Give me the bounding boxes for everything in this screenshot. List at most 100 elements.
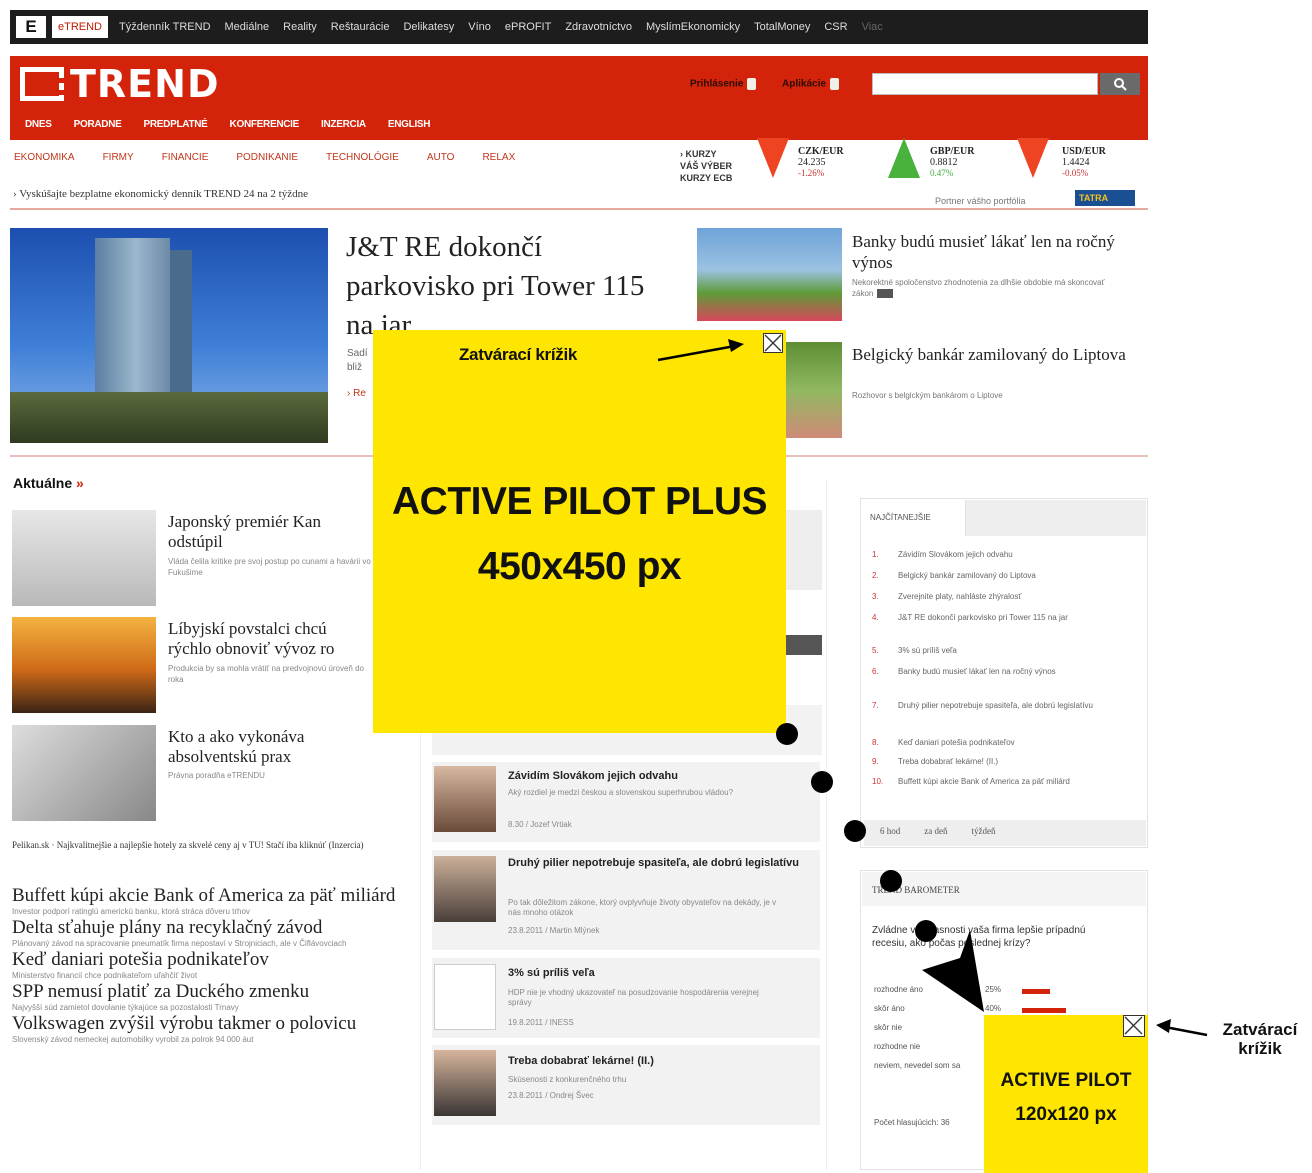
portal-item-csr[interactable]: CSR — [817, 21, 854, 33]
apps-link[interactable]: Aplikácie — [782, 78, 839, 90]
blog-title[interactable]: 3% sú príliš veľa — [508, 964, 808, 983]
period-tab-day[interactable]: za deň — [924, 826, 947, 846]
story-headline[interactable]: Belgický bankár zamilovaný do Liptova — [852, 344, 1142, 365]
tab-najcitanejsie[interactable]: NAJČÍTANEJŠIE — [862, 500, 966, 536]
portal-logo[interactable]: E — [16, 16, 46, 38]
article-thumbnail[interactable] — [12, 510, 156, 606]
most-read-item[interactable]: 5. 3% sú príliš veľa — [872, 646, 1132, 656]
blog-title[interactable]: Treba dobabrať lekárne! (II.) — [508, 1052, 808, 1071]
rates-vas-vyber[interactable]: VÁŠ VÝBER — [680, 160, 732, 172]
poll-count: Počet hlasujúcich: 36 — [874, 1118, 950, 1127]
most-read-item[interactable]: 4. J&T RE dokončí parkovisko pri Tower 11… — [872, 613, 1132, 623]
portal-item-eprofit[interactable]: ePROFIT — [498, 21, 558, 33]
most-read-item[interactable]: 7. Druhý pilier nepotrebuje spasiteľa, al… — [872, 701, 1132, 711]
section-auto[interactable]: AUTO — [427, 152, 455, 163]
section-financie[interactable]: FINANCIE — [162, 152, 209, 163]
nav-item-poradne[interactable]: PORADNE — [74, 119, 122, 130]
poll-option[interactable]: rozhodne nie — [874, 1042, 920, 1051]
portal-item-vino[interactable]: Víno — [461, 21, 498, 33]
poll-option[interactable]: skôr áno — [874, 1004, 905, 1013]
poll-option-label: rozhodne nie — [874, 1042, 921, 1051]
portal-item-medialne[interactable]: Mediálne — [218, 21, 277, 33]
article-thumbnail[interactable] — [12, 725, 156, 821]
blog-title[interactable]: Závidím Slovákom jejich odvahu — [508, 767, 808, 786]
nav-item-dnes[interactable]: DNES — [25, 119, 52, 130]
article-list-title[interactable]: SPP nemusí platiť za Duckého zmenku — [12, 981, 407, 1002]
rank-number: 1. — [872, 550, 879, 559]
section-heading-aktualne[interactable]: Aktuálne » — [13, 475, 84, 491]
section-ekonomika[interactable]: EKONOMIKA — [14, 152, 75, 163]
most-read-title: J&T RE dokončí parkovisko pri Tower 115 … — [898, 613, 1068, 622]
portal-item-reality[interactable]: Reality — [276, 21, 324, 33]
promo-link[interactable]: › Vyskúšajte bezplatne ekonomický denník… — [13, 188, 308, 200]
portal-item-viac[interactable]: Viac — [855, 21, 890, 33]
article-list-title[interactable]: Keď daniari potešia podnikateľov — [12, 949, 407, 970]
nav-item-english[interactable]: ENGLISH — [388, 119, 431, 130]
brand-mark-icon — [20, 67, 64, 101]
nav-item-predplatne[interactable]: PREDPLATNÉ — [144, 119, 208, 130]
sponsor-logo[interactable]: TATRA — [1075, 190, 1135, 206]
article-headline[interactable]: Japonský premiér Kan odstúpil — [168, 512, 373, 552]
rate-gbp[interactable]: GBP/EUR 0.8812 0.47% — [930, 146, 974, 179]
portal-item-zdravotnictvo[interactable]: Zdravotníctvo — [558, 21, 639, 33]
article-list-title[interactable]: Delta sťahuje plány na recyklačný závod — [12, 917, 407, 938]
poll-option-label: neviem, nevedel som sa — [874, 1061, 961, 1070]
article-desc: Právna poradňa eTRENDU — [168, 771, 265, 780]
hero-related-link[interactable]: › Re — [347, 388, 366, 399]
poll-option[interactable]: skôr nie — [874, 1023, 902, 1032]
article-list-title[interactable]: Volkswagen zvýšil výrobu takmer o polovi… — [12, 1013, 407, 1034]
search-input[interactable] — [872, 73, 1098, 95]
story-thumbnail[interactable] — [697, 228, 842, 321]
portal-item-myslim[interactable]: MyslímEkonomicky — [639, 21, 747, 33]
nav-item-konferencie[interactable]: KONFERENCIE — [230, 119, 300, 130]
close-icon[interactable] — [763, 333, 783, 353]
most-read-item[interactable]: 9. Treba dobabrať lekárne! (II.) — [872, 757, 1132, 767]
period-tab-week[interactable]: týždeň — [971, 826, 995, 846]
article-list-desc: Najvyšší súd zamietol dovolanie týkajúce… — [12, 1003, 239, 1012]
login-link[interactable]: Prihlásenie — [690, 78, 757, 90]
main-nav: DNES PORADNE PREDPLATNÉ KONFERENCIE INZE… — [25, 119, 431, 130]
most-read-item[interactable]: 3. Zverejnite platy, nahláste zhýralosť — [872, 592, 1132, 602]
article-thumbnail[interactable] — [12, 617, 156, 713]
portal-item-restauracie[interactable]: Reštaurácie — [324, 21, 397, 33]
rate-usd[interactable]: USD/EUR 1.4424 -0.05% — [1062, 146, 1106, 179]
portal-item-delikatesy[interactable]: Delikatesy — [396, 21, 461, 33]
blog-title[interactable]: Druhý pilier nepotrebuje spasiteľa, ale … — [508, 854, 808, 873]
search-button[interactable] — [1100, 73, 1140, 95]
active-pilot-plus-ad[interactable] — [373, 330, 786, 733]
poll-option[interactable]: neviem, nevedel som sa — [874, 1061, 964, 1071]
rates-kurzy[interactable]: › KURZY — [680, 148, 732, 160]
arrow-down-icon — [757, 138, 789, 178]
section-firmy[interactable]: FIRMY — [103, 152, 134, 163]
most-read-item[interactable]: 1. Závidím Slovákom jejich odvahu — [872, 550, 1132, 560]
close-icon[interactable] — [1123, 1015, 1145, 1037]
hero-building — [95, 238, 170, 396]
article-headline[interactable]: Líbyjskí povstalci chcú rýchlo obnoviť v… — [168, 619, 373, 659]
portal-item-tyzdennik[interactable]: Týždenník TREND — [112, 21, 218, 33]
period-tab-6h[interactable]: 6 hod — [880, 826, 900, 846]
portal-item-totalmoney[interactable]: TotalMoney — [747, 21, 817, 33]
section-technologie[interactable]: TECHNOLÓGIE — [326, 152, 399, 163]
most-read-item[interactable]: 2. Belgický bankár zamilovaný do Liptova — [872, 571, 1132, 581]
poll-option[interactable]: rozhodne áno — [874, 985, 923, 994]
story-headline[interactable]: Banky budú musieť lákať len na ročný výn… — [852, 231, 1142, 273]
rates-ecb[interactable]: KURZY ECB — [680, 172, 732, 184]
hero-headline[interactable]: J&T RE dokončí parkovisko pri Tower 115 … — [346, 228, 676, 345]
most-read-item[interactable]: 10. Buffett kúpi akcie Bank of America za… — [872, 777, 1132, 787]
rate-czk[interactable]: CZK/EUR 24.235 -1.26% — [798, 146, 844, 179]
section-podnikanie[interactable]: PODNIKANIE — [236, 152, 298, 163]
article-headline[interactable]: Kto a ako vykonáva absolventskú prax — [168, 727, 373, 767]
nav-item-inzercia[interactable]: INZERCIA — [321, 119, 366, 130]
brand-logo[interactable]: TREND — [20, 62, 220, 106]
portfolio-link[interactable]: Portner vášho portfólia — [935, 196, 1026, 206]
most-read-title: Keď daniari potešia podnikateľov — [898, 738, 1015, 747]
sponsored-link[interactable]: Pelikan.sk · Najkvalitnejšie a najlepšie… — [12, 840, 412, 851]
most-read-item[interactable]: 6. Banky budú musieť lákať len na ročný v… — [872, 667, 1132, 677]
most-read-item[interactable]: 8. Keď daniari potešia podnikateľov — [872, 738, 1132, 748]
portal-item-etrend[interactable]: eTREND — [52, 16, 109, 38]
section-relax[interactable]: RELAX — [482, 152, 515, 163]
author-avatar — [434, 856, 496, 922]
active-pilot-ad[interactable] — [984, 1015, 1148, 1173]
most-read-title: 3% sú príliš veľa — [898, 646, 957, 655]
article-list-title[interactable]: Buffett kúpi akcie Bank of America za pä… — [12, 885, 407, 906]
